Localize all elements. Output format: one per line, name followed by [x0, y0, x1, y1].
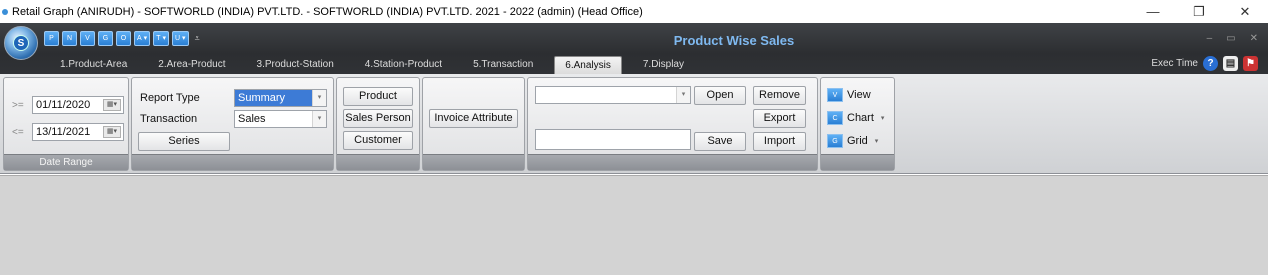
mdi-restore-button[interactable]: ▭ [1226, 33, 1235, 44]
tab-display[interactable]: 7.Display [633, 56, 694, 74]
exec-time-area: Exec Time ? ▤ ⚑ [1151, 56, 1258, 71]
dimensions-group: Product Sales Person Customer [336, 77, 420, 171]
layout-preset-select[interactable]: ▾ [535, 86, 691, 104]
tab-product-station[interactable]: 3.Product-Station [247, 56, 344, 74]
customer-button[interactable]: Customer [343, 131, 413, 150]
to-operator-label: <= [12, 127, 24, 138]
tab-product-area[interactable]: 1.Product-Area [50, 56, 137, 74]
date-range-group: >= 01/11/2020 ▦▾ <= 13/11/2021 ▦▾ Date R… [3, 77, 129, 171]
ribbon-header: S P N V G O A ▾ T ▾ U ▾ ⩡ Product Wise Sale… [0, 23, 1268, 74]
tab-station-product[interactable]: 4.Station-Product [355, 56, 452, 74]
minimize-button[interactable]: — [1130, 0, 1176, 23]
window-titlebar: Retail Graph (ANIRUDH) - SOFTWORLD (INDI… [0, 0, 1268, 23]
date-range-group-label: Date Range [4, 154, 128, 170]
import-button[interactable]: Import [753, 132, 806, 151]
calendar-icon[interactable]: ▦▾ [103, 126, 121, 138]
chevron-down-icon: ▾ [312, 111, 326, 127]
series-button[interactable]: Series [138, 132, 230, 151]
tab-area-product[interactable]: 2.Area-Product [148, 56, 235, 74]
chevron-down-icon: ▾ [874, 138, 879, 145]
open-button[interactable]: Open [694, 86, 746, 105]
window-controls: — ❐ ✕ [1130, 0, 1268, 23]
chevron-down-icon: ▾ [312, 90, 326, 106]
report-type-label: Report Type [140, 92, 200, 104]
mdi-controls: – ▭ ✕ [1207, 33, 1258, 44]
report-group: Report Type Summary ▾ Transaction Sales … [131, 77, 334, 171]
view-options-group-footer [821, 154, 894, 170]
maximize-button[interactable]: ❐ [1176, 0, 1222, 23]
attributes-group-footer [423, 154, 524, 170]
layout-tools-group: ▾ Open Remove Export Save Import [527, 77, 818, 171]
ribbon-body: >= 01/11/2020 ▦▾ <= 13/11/2021 ▦▾ Date R… [0, 74, 1268, 174]
document-icon[interactable]: ▤ [1223, 56, 1238, 71]
mdi-minimize-button[interactable]: – [1207, 33, 1213, 44]
view-options-group: V View C Chart ▾ G Grid ▾ [820, 77, 895, 171]
export-button[interactable]: Export [753, 109, 806, 128]
to-date-field[interactable]: 13/11/2021 ▦▾ [32, 123, 124, 141]
mdi-close-button[interactable]: ✕ [1250, 33, 1258, 44]
remove-button[interactable]: Remove [753, 86, 806, 105]
close-button[interactable]: ✕ [1222, 0, 1268, 23]
save-button[interactable]: Save [694, 132, 746, 151]
layout-name-input[interactable] [535, 129, 691, 150]
exit-icon[interactable]: ⚑ [1243, 56, 1258, 71]
grid-dropdown[interactable]: G Grid ▾ [827, 134, 878, 148]
sales-person-button[interactable]: Sales Person [343, 109, 413, 128]
transaction-label: Transaction [140, 113, 198, 125]
chart-dropdown[interactable]: C Chart ▾ [827, 111, 884, 125]
grid-icon: G [827, 134, 843, 148]
chevron-down-icon: ▾ [880, 115, 885, 122]
dimensions-group-footer [337, 154, 419, 170]
tab-analysis[interactable]: 6.Analysis [554, 56, 622, 74]
layout-tools-group-footer [528, 154, 817, 170]
product-button[interactable]: Product [343, 87, 413, 106]
attributes-group: Invoice Attribute [422, 77, 525, 171]
from-operator-label: >= [12, 100, 24, 111]
report-group-footer [132, 154, 333, 170]
invoice-attribute-button[interactable]: Invoice Attribute [429, 109, 518, 128]
calendar-icon[interactable]: ▦▾ [103, 99, 121, 111]
window-title: Retail Graph (ANIRUDH) - SOFTWORLD (INDI… [12, 5, 643, 18]
report-type-select[interactable]: Summary ▾ [234, 89, 327, 107]
view-icon: V [827, 88, 843, 102]
chart-icon: C [827, 111, 843, 125]
view-button[interactable]: V View [827, 88, 871, 102]
exec-time-label: Exec Time [1151, 58, 1198, 69]
help-icon[interactable]: ? [1203, 56, 1218, 71]
from-date-field[interactable]: 01/11/2020 ▦▾ [32, 96, 124, 114]
ribbon-tabs: 1.Product-Area 2.Area-Product 3.Product-… [50, 56, 705, 74]
report-content-area [0, 175, 1268, 275]
transaction-select[interactable]: Sales ▾ [234, 110, 327, 128]
tab-transaction[interactable]: 5.Transaction [463, 56, 543, 74]
chevron-down-icon: ▾ [676, 87, 690, 103]
form-title: Product Wise Sales [673, 33, 795, 48]
app-icon [2, 8, 8, 15]
